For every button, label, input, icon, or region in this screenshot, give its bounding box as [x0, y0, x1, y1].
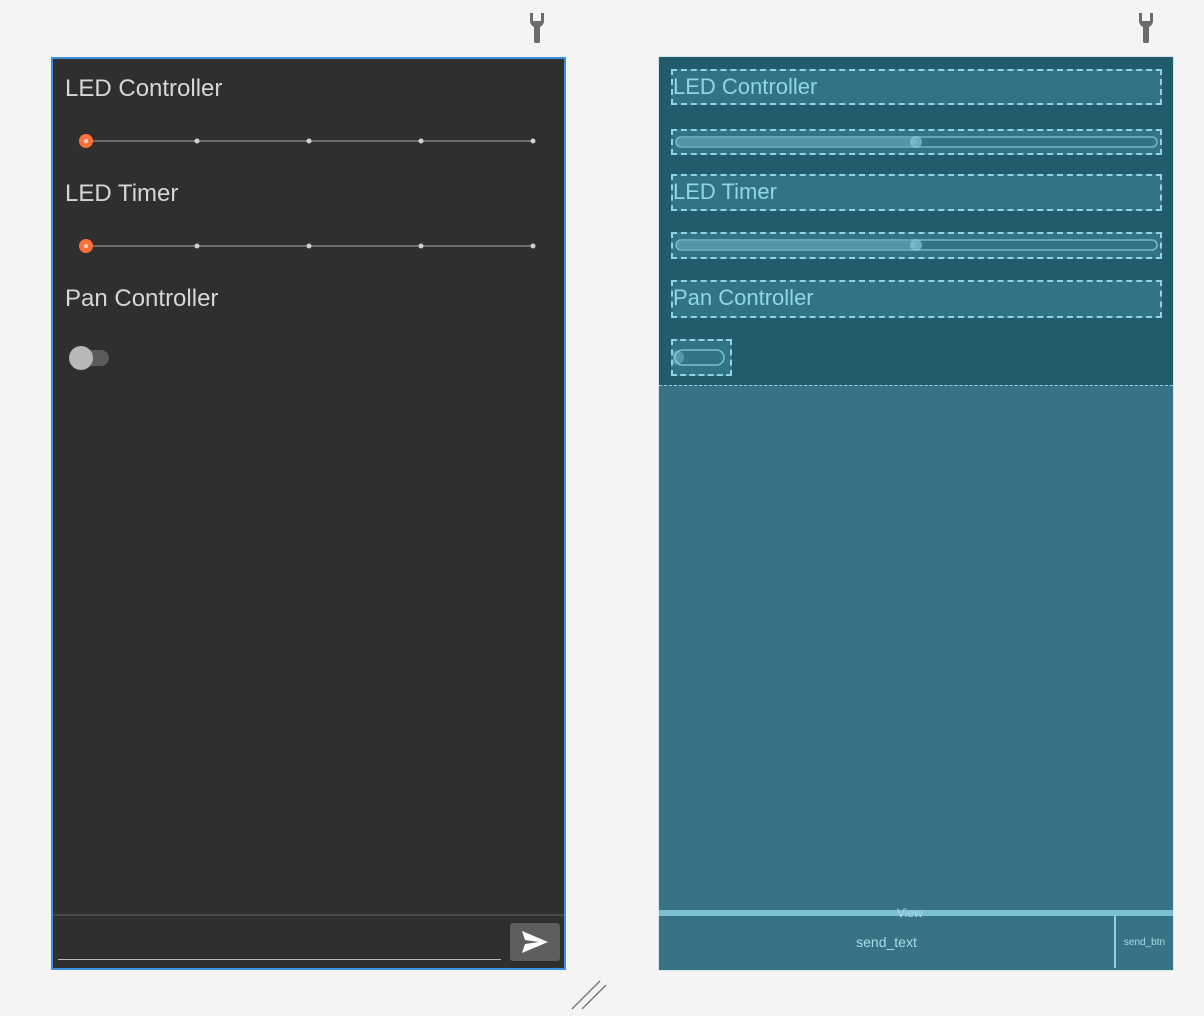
- blueprint-pan-controller-text: Pan Controller: [673, 285, 814, 310]
- pan-controller-switch[interactable]: [67, 342, 113, 377]
- blueprint-panel[interactable]: LED Controller LED Timer Pan Controller …: [658, 56, 1174, 971]
- led-controller-label: LED Controller: [65, 75, 223, 102]
- blueprint-container-edge: [659, 385, 1173, 386]
- send-text-field[interactable]: [58, 921, 505, 961]
- blueprint-led-controller-label[interactable]: LED Controller: [671, 69, 1162, 105]
- blueprint-send-text-label: send_text: [856, 934, 917, 950]
- blueprint-top-container: [659, 57, 1173, 385]
- send-button[interactable]: [510, 923, 560, 961]
- blueprint-slider-outline: [675, 136, 1158, 148]
- pan-controller-label: Pan Controller: [65, 285, 219, 312]
- blueprint-pan-switch[interactable]: [670, 339, 732, 376]
- blueprint-pan-controller-label[interactable]: Pan Controller: [671, 280, 1162, 318]
- send-text-input[interactable]: [58, 921, 505, 961]
- blueprint-led-timer-label[interactable]: LED Timer: [671, 174, 1162, 211]
- blueprint-led-controller-slider[interactable]: [671, 129, 1162, 155]
- led-timer-slider[interactable]: [77, 236, 537, 256]
- resize-handle-icon[interactable]: [570, 975, 608, 1011]
- blueprint-slider-outline: [675, 239, 1158, 251]
- led-timer-label: LED Timer: [65, 180, 179, 207]
- send-icon: [522, 931, 548, 953]
- design-preview-panel[interactable]: LED Controller LED Timer Pan Controller: [51, 57, 566, 970]
- blueprint-led-controller-text: LED Controller: [673, 74, 818, 99]
- blueprint-led-timer-slider[interactable]: [671, 232, 1162, 259]
- blueprint-wrench-icon[interactable]: [1136, 13, 1156, 48]
- design-wrench-icon[interactable]: [527, 13, 547, 48]
- led-controller-slider[interactable]: [77, 131, 537, 151]
- bottom-divider: [53, 914, 564, 916]
- blueprint-led-timer-text: LED Timer: [673, 179, 777, 204]
- blueprint-send-btn-label: send_btn: [1123, 936, 1166, 948]
- blueprint-send-btn[interactable]: send_btn: [1116, 916, 1173, 968]
- blueprint-switch-outline: [670, 349, 725, 366]
- blueprint-send-text[interactable]: send_text: [659, 916, 1116, 968]
